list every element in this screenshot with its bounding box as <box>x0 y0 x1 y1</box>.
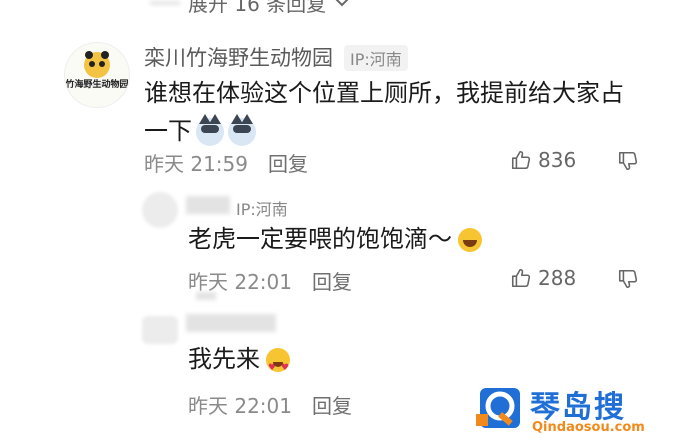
comment-text-line-2: 一下 <box>144 112 664 150</box>
dog-emoji-icon <box>228 114 256 146</box>
thumb-up-icon <box>510 149 532 171</box>
comment-text: 谁想在体验这个位置上厕所，我提前给大家占 一下 <box>144 74 664 150</box>
reply-text: 我先来 <box>188 342 290 385</box>
reply-time: 昨天 22:01 <box>188 394 292 418</box>
avatar[interactable]: 竹海野生动物园 <box>64 42 130 108</box>
ip-badge: IP:河南 <box>344 45 408 71</box>
comment-username[interactable]: 栾川竹海野生动物园 <box>144 42 333 72</box>
reply-button[interactable]: 回复 <box>312 390 352 419</box>
panda-logo-icon <box>73 51 121 86</box>
reply-button[interactable]: 回复 <box>312 266 352 295</box>
watermark-logo-icon <box>476 388 520 428</box>
reply-text-content: 老虎一定要喂的饱饱滴～ <box>188 225 452 253</box>
thumb-up-icon <box>510 267 532 289</box>
like-button[interactable]: 288 <box>510 266 576 290</box>
thumb-down-icon[interactable] <box>617 150 639 176</box>
laugh-emoji-icon <box>458 228 482 252</box>
expand-replies-row[interactable]: 展开 16 条回复 <box>150 0 350 17</box>
reply-avatar-blurred[interactable] <box>142 192 178 228</box>
blurred-block <box>196 292 216 300</box>
blurred-username <box>186 314 276 332</box>
like-count: 836 <box>538 148 577 172</box>
thumb-down-icon[interactable] <box>617 268 639 294</box>
watermark: 琴岛搜 Qindaosou.com <box>476 382 680 438</box>
blurred-line <box>150 0 180 5</box>
expand-replies-text: 展开 16 条回复 <box>188 0 327 16</box>
blurred-username <box>186 196 230 214</box>
watermark-url: Qindaosou.com <box>532 420 645 435</box>
avatar-logo-text: 竹海野生动物园 <box>65 80 129 90</box>
heart-eyes-emoji-icon <box>266 348 290 385</box>
comment-text-end: 一下 <box>144 117 192 145</box>
like-count: 288 <box>538 266 577 290</box>
reply-avatar-blurred[interactable] <box>142 316 178 344</box>
reply-ip: IP:河南 <box>236 200 288 219</box>
like-button[interactable]: 836 <box>510 148 576 172</box>
reply-text: 老虎一定要喂的饱饱滴～ <box>188 222 482 256</box>
reply-time: 昨天 22:01 <box>188 270 292 294</box>
reply-text-content: 我先来 <box>188 345 260 373</box>
comment-time: 昨天 21:59 <box>144 152 248 176</box>
reply-button[interactable]: 回复 <box>268 148 308 177</box>
dog-emoji-icon <box>196 114 224 146</box>
comment-text-line: 谁想在体验这个位置上厕所，我提前给大家占 <box>144 79 624 107</box>
chevron-down-icon <box>334 0 350 12</box>
